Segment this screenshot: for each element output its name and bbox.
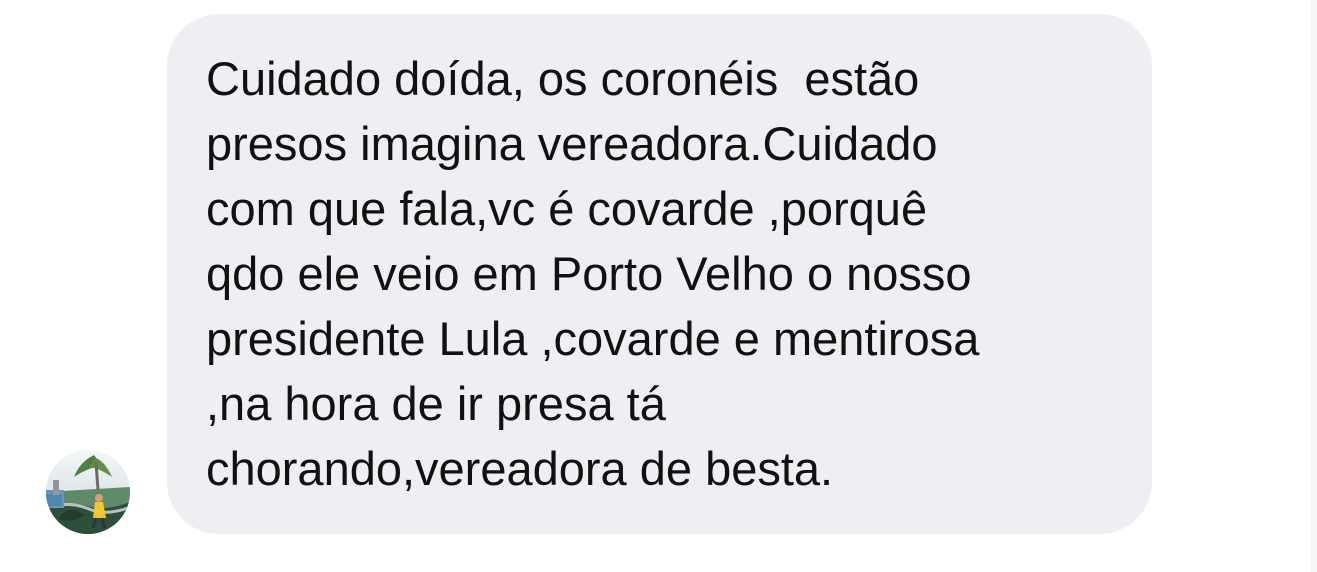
message-line: presidente Lula ,covarde e mentirosa	[206, 312, 980, 365]
chat-screen: Cuidado doída, os coronéis estão presos …	[0, 0, 1317, 572]
profile-photo-icon[interactable]	[46, 450, 130, 534]
screen-edge	[1311, 0, 1317, 572]
message-line: qdo ele veio em Porto Velho o nosso	[206, 247, 972, 300]
message-line: Cuidado doída, os coronéis estão	[206, 52, 920, 105]
message-line: com que fala,vc é covarde ,porquê	[206, 182, 928, 235]
message-line: ,na hora de ir presa tá	[206, 377, 666, 430]
message-line: presos imagina vereadora.Cuidado	[206, 117, 938, 170]
message-line: chorando,vereadora de besta.	[206, 442, 834, 495]
incoming-message-row: Cuidado doída, os coronéis estão presos …	[0, 0, 1317, 572]
message-bubble[interactable]: Cuidado doída, os coronéis estão presos …	[167, 14, 1152, 534]
